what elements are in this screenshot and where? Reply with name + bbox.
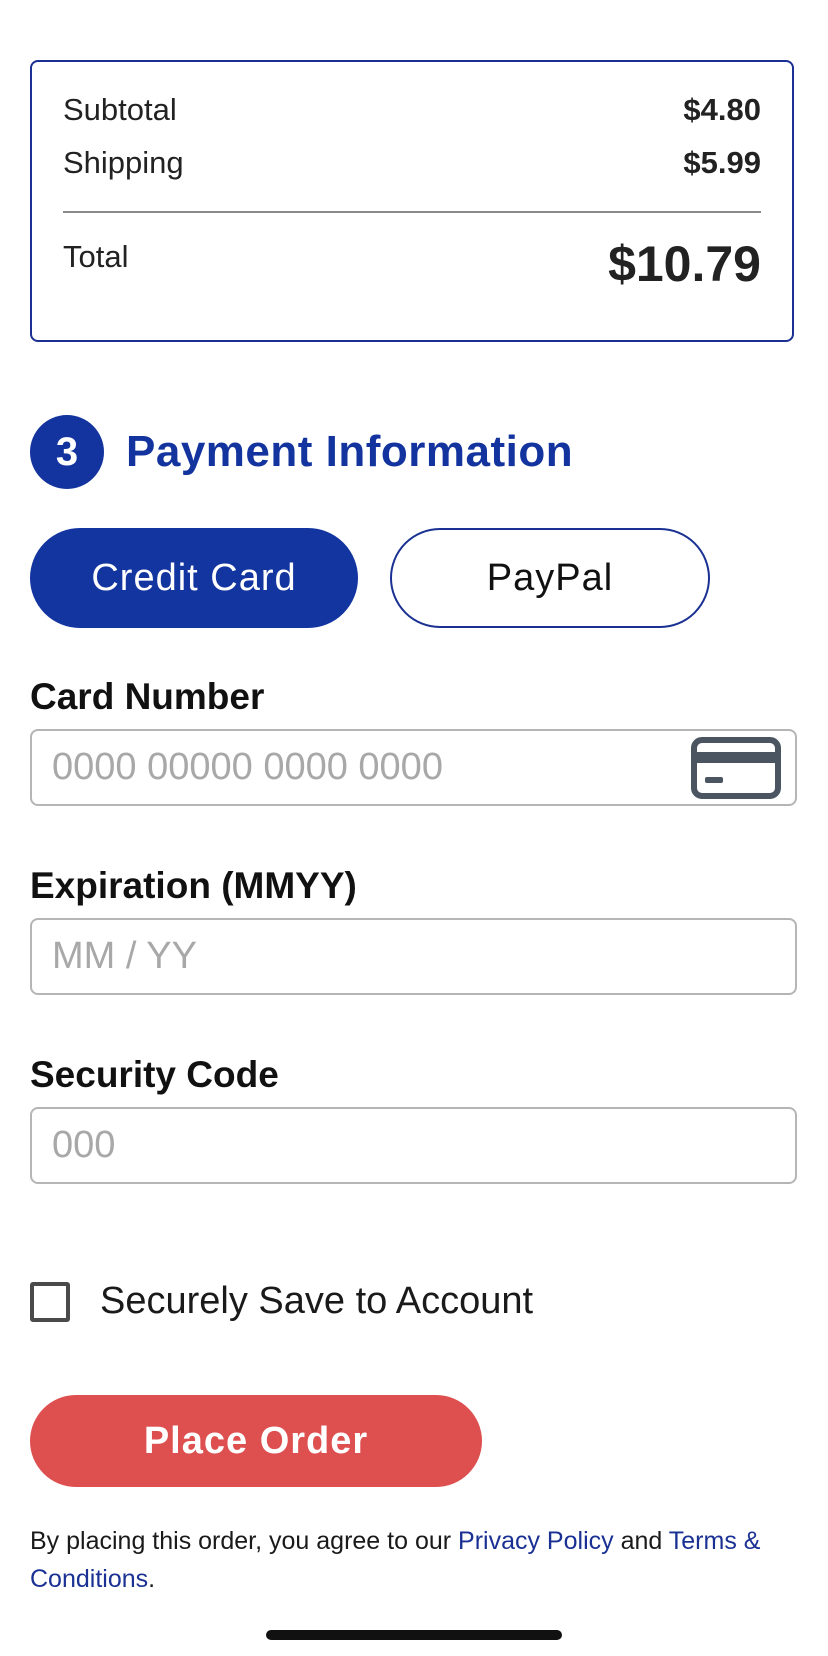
save-to-account-checkbox[interactable] — [30, 1281, 70, 1322]
card-number-field — [30, 729, 797, 806]
home-indicator — [266, 1630, 562, 1640]
legal-suffix: . — [148, 1565, 156, 1593]
security-code-field — [30, 1107, 797, 1184]
subtotal-row: Subtotal $4.80 — [63, 92, 761, 128]
card-number-input[interactable] — [32, 731, 795, 804]
security-code-label: Security Code — [30, 1054, 279, 1095]
shipping-label: Shipping — [63, 145, 184, 180]
step-number-badge: 3 — [30, 415, 104, 489]
card-number-label: Card Number — [30, 676, 265, 717]
expiration-field — [30, 918, 797, 995]
subtotal-label: Subtotal — [63, 92, 177, 127]
payment-section-header: 3 Payment Information — [30, 415, 573, 489]
summary-divider — [63, 211, 761, 213]
save-to-account-label[interactable]: Securely Save to Account — [100, 1280, 533, 1323]
privacy-policy-link[interactable]: Privacy Policy — [458, 1527, 614, 1555]
expiration-label: Expiration (MMYY) — [30, 865, 357, 906]
checkout-page: Subtotal $4.80 Shipping $5.99 Total $10.… — [0, 0, 828, 1656]
payment-method-tabs: Credit Card PayPal — [30, 528, 710, 628]
paypal-tab[interactable]: PayPal — [390, 528, 710, 628]
expiration-input[interactable] — [32, 920, 795, 993]
security-code-input[interactable] — [32, 1109, 795, 1182]
section-title: Payment Information — [126, 427, 574, 476]
shipping-row: Shipping $5.99 — [63, 145, 761, 181]
subtotal-value: $4.80 — [683, 92, 761, 127]
shipping-value: $5.99 — [683, 145, 761, 180]
place-order-button[interactable]: Place Order — [30, 1395, 482, 1487]
credit-card-tab[interactable]: Credit Card — [30, 528, 358, 628]
credit-card-icon — [691, 737, 781, 799]
total-value: $10.79 — [608, 236, 761, 292]
legal-notice: By placing this order, you agree to our … — [30, 1522, 800, 1598]
legal-prefix: By placing this order, you agree to our — [30, 1527, 459, 1555]
legal-and: and — [613, 1527, 669, 1555]
total-row: Total $10.79 — [63, 237, 761, 292]
total-label: Total — [63, 239, 129, 274]
order-summary: Subtotal $4.80 Shipping $5.99 Total $10.… — [30, 60, 794, 342]
save-to-account-row: Securely Save to Account — [30, 1280, 533, 1323]
